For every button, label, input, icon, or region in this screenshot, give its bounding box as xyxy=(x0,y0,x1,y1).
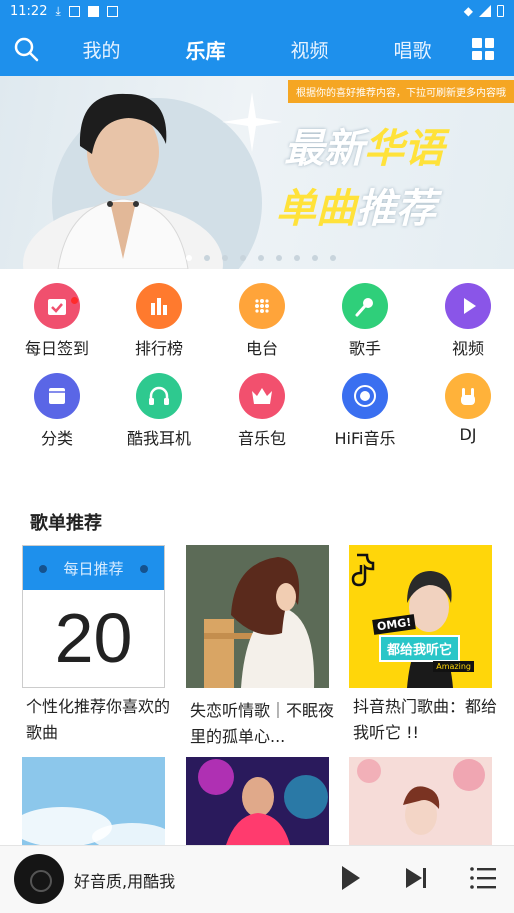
shortcut-label: 视频 xyxy=(451,339,484,358)
shortcut-label: 排行榜 xyxy=(134,339,183,358)
main-tabs: 我的 乐库 视频 唱歌 xyxy=(50,22,464,76)
tab-sing[interactable]: 唱歌 xyxy=(379,36,445,63)
section-title: 歌单推荐 xyxy=(30,513,102,534)
status-time: 11:22 xyxy=(10,3,48,19)
download-icon: ⤓ xyxy=(55,3,61,18)
shortcut-label: HiFi音乐 xyxy=(334,429,396,448)
shortcut-charts[interactable]: 排行榜 xyxy=(109,283,209,359)
playlist-menu-icon[interactable] xyxy=(470,866,496,890)
shortcut-label: 酷我耳机 xyxy=(126,429,191,448)
playlist-cover-image: OMG! 都给我听它 Amazing xyxy=(349,545,492,688)
rock-hand-icon xyxy=(445,373,491,419)
shortcut-label: DJ xyxy=(459,425,477,444)
kuwo-notification-icon xyxy=(106,5,118,17)
playlist-caption: 失恋听情歌｜不眠夜里的孤单心... xyxy=(190,701,335,746)
shortcut-label: 每日签到 xyxy=(24,339,89,358)
wifi-icon: ◆ xyxy=(463,4,473,18)
calendar-check-icon xyxy=(34,283,80,329)
category-icon xyxy=(34,373,80,419)
shortcut-radio[interactable]: 电台 xyxy=(212,283,312,359)
playlist-section: 歌单推荐 每日推荐 20 个性化推荐你喜欢的歌曲 失恋听情歌｜不眠夜里的孤单心.… xyxy=(0,479,514,851)
banner-pager xyxy=(186,255,336,261)
top-navigation: 我的 乐库 视频 唱歌 xyxy=(0,22,514,76)
crown-icon xyxy=(239,373,285,419)
microphone-icon xyxy=(342,283,388,329)
new-badge xyxy=(71,297,78,304)
tab-mine[interactable]: 我的 xyxy=(68,36,134,63)
shortcut-music-pack[interactable]: 音乐包 xyxy=(212,373,312,449)
battery-icon xyxy=(497,5,504,17)
app-notification-icon xyxy=(87,5,99,17)
status-bar: 11:22 ⤓ ◆ xyxy=(0,0,514,22)
shortcut-singers[interactable]: 歌手 xyxy=(315,283,415,359)
radio-dots-icon xyxy=(239,283,285,329)
tab-library[interactable]: 乐库 xyxy=(171,35,239,64)
playlist-card-dj[interactable] xyxy=(186,757,329,849)
playlist-card-blossom[interactable] xyxy=(349,757,492,849)
shortcut-dj[interactable]: DJ xyxy=(418,373,514,444)
notification-icon xyxy=(68,5,80,17)
play-icon xyxy=(445,283,491,329)
banner-headline-1: 最新华语 xyxy=(284,126,444,172)
playlist-card-daily[interactable]: 每日推荐 20 个性化推荐你喜欢的歌曲 xyxy=(22,545,170,746)
shortcut-label: 分类 xyxy=(40,429,73,448)
shortcut-grid: 每日签到 排行榜 电台 歌手 视频 分类 酷我耳机 音乐包 HiFi音乐 DJ xyxy=(0,269,514,479)
daily-header: 每日推荐 xyxy=(23,546,164,590)
douyin-text: 都给我听它 xyxy=(379,635,461,662)
daily-calendar-cover: 每日推荐 20 xyxy=(22,545,165,688)
mini-player[interactable]: 好音质,用酷我 xyxy=(0,845,514,913)
playlist-cover-image xyxy=(186,757,329,845)
banner-tip: 根据你的喜好推荐内容，下拉可刷新更多内容哦 xyxy=(288,80,514,103)
douyin-tag: Amazing xyxy=(433,661,474,672)
artist-photo xyxy=(23,93,223,269)
playlist-cover-image xyxy=(349,757,492,845)
hifi-disc-icon xyxy=(342,373,388,419)
grid-menu-icon[interactable] xyxy=(472,38,494,60)
daily-date: 20 xyxy=(54,599,133,677)
bar-chart-icon xyxy=(136,283,182,329)
play-icon[interactable] xyxy=(342,866,360,890)
next-track-icon[interactable] xyxy=(404,866,428,890)
promo-banner[interactable]: 根据你的喜好推荐内容，下拉可刷新更多内容哦 最新华语 单曲推荐 xyxy=(0,76,514,269)
shortcut-label: 歌手 xyxy=(348,339,381,358)
playlist-card-sky[interactable] xyxy=(12,757,172,851)
shortcut-video[interactable]: 视频 xyxy=(418,283,514,359)
tab-video[interactable]: 视频 xyxy=(276,36,342,63)
playlist-caption: 个性化推荐你喜欢的歌曲 xyxy=(26,697,171,742)
banner-headline-2: 单曲推荐 xyxy=(276,186,436,232)
album-disc-icon[interactable] xyxy=(14,854,64,904)
playlist-cover-image xyxy=(12,757,172,851)
player-title: 好音质,用酷我 xyxy=(74,872,176,891)
playlist-cover-image xyxy=(186,545,329,688)
headphones-icon xyxy=(136,373,182,419)
shortcut-daily-checkin[interactable]: 每日签到 xyxy=(7,283,107,359)
sparkle-icon xyxy=(222,92,282,152)
playlist-card-breakup[interactable]: 失恋听情歌｜不眠夜里的孤单心... xyxy=(186,545,334,750)
shortcut-hifi[interactable]: HiFi音乐 xyxy=(315,373,415,449)
search-icon[interactable] xyxy=(13,36,39,62)
playlist-card-douyin[interactable]: OMG! 都给我听它 Amazing 抖音热门歌曲：都给我听它 !! xyxy=(349,545,497,746)
shortcut-category[interactable]: 分类 xyxy=(7,373,107,449)
shortcut-label: 电台 xyxy=(245,339,278,358)
playlist-caption: 抖音热门歌曲：都给我听它 !! xyxy=(353,697,498,742)
signal-icon xyxy=(479,5,491,17)
shortcut-label: 音乐包 xyxy=(237,429,286,448)
shortcut-headphones[interactable]: 酷我耳机 xyxy=(109,373,209,449)
